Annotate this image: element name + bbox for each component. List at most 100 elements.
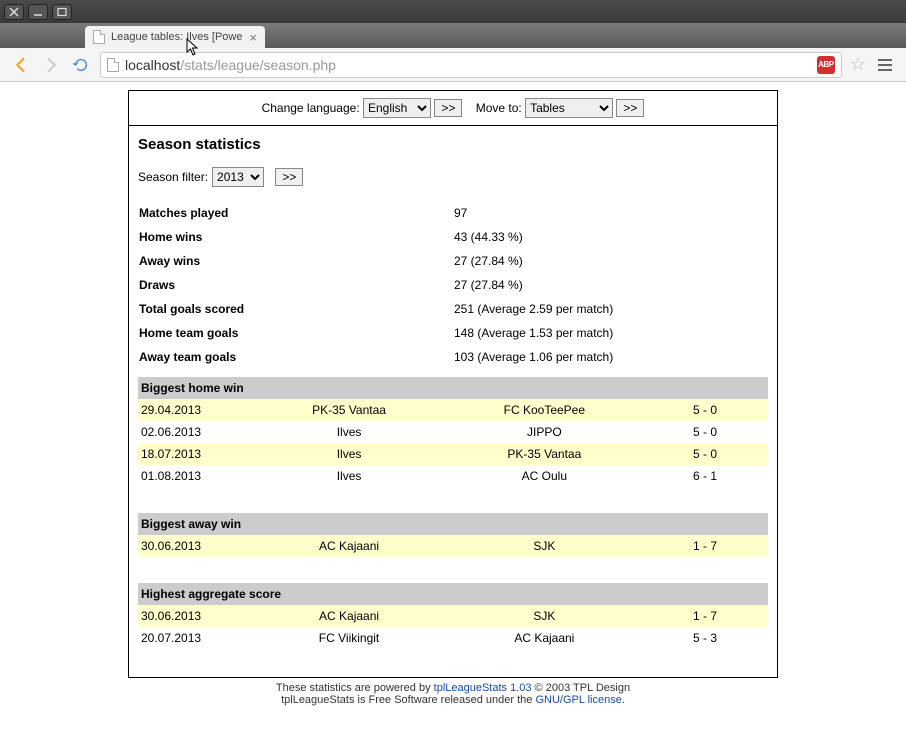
section-table: Biggest away win30.06.2013AC KajaaniSJK1… (138, 513, 768, 575)
match-away-team: AC Kajaani (447, 627, 642, 649)
summary-value: 103 (Average 1.06 per match) (453, 345, 768, 369)
match-away-team: PK-35 Vantaa (447, 443, 642, 465)
url-text: localhost/stats/league/season.php (125, 57, 336, 73)
footer-link-license[interactable]: GNU/GPL license (535, 694, 621, 706)
season-select[interactable]: 2013 (212, 167, 264, 187)
language-go-button[interactable]: >> (434, 99, 462, 117)
reload-icon (73, 57, 89, 73)
summary-label: Home wins (138, 225, 453, 249)
language-select[interactable]: English (363, 98, 431, 118)
match-row: 30.06.2013AC KajaaniSJK1 - 7 (138, 605, 768, 627)
match-away-team: SJK (447, 605, 642, 627)
summary-row: Away wins27 (27.84 %) (138, 249, 768, 273)
footer: These statistics are powered by tplLeagu… (0, 678, 906, 716)
browser-tab[interactable]: League tables: Ilves [Powe × (85, 26, 265, 48)
address-bar[interactable]: localhost/stats/league/season.php ABP (100, 52, 842, 78)
summary-label: Total goals scored (138, 297, 453, 321)
summary-row: Draws27 (27.84 %) (138, 273, 768, 297)
match-away-team: SJK (447, 535, 642, 557)
season-filter-row: Season filter: 2013 >> (138, 167, 768, 187)
section-heading: Biggest away win (138, 513, 768, 535)
match-home-team: AC Kajaani (251, 535, 446, 557)
section-heading: Biggest home win (138, 377, 768, 399)
summary-label: Draws (138, 273, 453, 297)
page-viewport: Change language: English >> Move to: Tab… (0, 82, 906, 747)
change-language-label: Change language: (262, 101, 360, 115)
page-title: Season statistics (138, 136, 768, 153)
match-date: 01.08.2013 (138, 465, 251, 487)
page-icon (93, 30, 105, 44)
summary-value: 43 (44.33 %) (453, 225, 768, 249)
hamburger-icon (878, 59, 892, 61)
forward-button[interactable] (40, 54, 62, 76)
summary-label: Away team goals (138, 345, 453, 369)
summary-label: Matches played (138, 201, 453, 225)
match-date: 30.06.2013 (138, 605, 251, 627)
match-date: 20.07.2013 (138, 627, 251, 649)
main-container: Change language: English >> Move to: Tab… (128, 90, 778, 678)
match-score: 5 - 0 (642, 443, 768, 465)
match-score: 5 - 0 (642, 421, 768, 443)
match-row: 30.06.2013AC KajaaniSJK1 - 7 (138, 535, 768, 557)
match-home-team: FC Viikingit (251, 627, 446, 649)
adblock-icon[interactable]: ABP (817, 56, 835, 74)
window-titlebar (0, 0, 906, 23)
match-home-team: Ilves (251, 465, 446, 487)
summary-row: Total goals scored251 (Average 2.59 per … (138, 297, 768, 321)
back-button[interactable] (10, 54, 32, 76)
match-row: 02.06.2013IlvesJIPPO5 - 0 (138, 421, 768, 443)
summary-row: Matches played97 (138, 201, 768, 225)
section-table: Biggest home win29.04.2013PK-35 VantaaFC… (138, 377, 768, 505)
match-row: 29.04.2013PK-35 VantaaFC KooTeePee5 - 0 (138, 399, 768, 421)
reload-button[interactable] (70, 54, 92, 76)
summary-value: 97 (453, 201, 768, 225)
match-home-team: Ilves (251, 443, 446, 465)
back-arrow-icon (12, 56, 30, 74)
browser-menu-button[interactable] (874, 54, 896, 76)
summary-table: Matches played97Home wins43 (44.33 %)Awa… (138, 201, 768, 369)
summary-label: Away wins (138, 249, 453, 273)
bookmark-star-icon[interactable]: ☆ (850, 54, 866, 75)
page-icon (107, 58, 119, 72)
move-to-select[interactable]: Tables (525, 98, 613, 118)
match-away-team: AC Oulu (447, 465, 642, 487)
summary-label: Home team goals (138, 321, 453, 345)
move-to-go-button[interactable]: >> (616, 99, 644, 117)
window-minimize-button[interactable] (28, 4, 48, 20)
top-nav-bar: Change language: English >> Move to: Tab… (129, 91, 777, 126)
browser-tabbar: League tables: Ilves [Powe × (0, 23, 906, 48)
summary-row: Away team goals103 (Average 1.06 per mat… (138, 345, 768, 369)
summary-value: 251 (Average 2.59 per match) (453, 297, 768, 321)
content-area: Season statistics Season filter: 2013 >>… (129, 126, 777, 677)
match-date: 02.06.2013 (138, 421, 251, 443)
close-icon (9, 7, 19, 17)
window-maximize-button[interactable] (52, 4, 72, 20)
browser-toolbar: localhost/stats/league/season.php ABP ☆ (0, 48, 906, 82)
tab-close-button[interactable]: × (249, 30, 257, 45)
match-date: 29.04.2013 (138, 399, 251, 421)
maximize-icon (57, 7, 67, 17)
season-filter-label: Season filter: (138, 170, 208, 184)
summary-row: Home team goals148 (Average 1.53 per mat… (138, 321, 768, 345)
summary-row: Home wins43 (44.33 %) (138, 225, 768, 249)
match-score: 6 - 1 (642, 465, 768, 487)
match-away-team: FC KooTeePee (447, 399, 642, 421)
match-home-team: Ilves (251, 421, 446, 443)
season-go-button[interactable]: >> (275, 168, 303, 186)
window-close-button[interactable] (4, 4, 24, 20)
match-date: 30.06.2013 (138, 535, 251, 557)
move-to-label: Move to: (476, 101, 522, 115)
section-heading: Highest aggregate score (138, 583, 768, 605)
match-home-team: PK-35 Vantaa (251, 399, 446, 421)
match-row: 18.07.2013IlvesPK-35 Vantaa5 - 0 (138, 443, 768, 465)
summary-value: 148 (Average 1.53 per match) (453, 321, 768, 345)
match-row: 01.08.2013IlvesAC Oulu6 - 1 (138, 465, 768, 487)
summary-value: 27 (27.84 %) (453, 249, 768, 273)
match-away-team: JIPPO (447, 421, 642, 443)
section-table: Highest aggregate score30.06.2013AC Kaja… (138, 583, 768, 667)
summary-value: 27 (27.84 %) (453, 273, 768, 297)
match-date: 18.07.2013 (138, 443, 251, 465)
footer-link-product[interactable]: tplLeagueStats 1.03 (434, 682, 532, 694)
minimize-icon (33, 7, 43, 17)
match-score: 5 - 0 (642, 399, 768, 421)
